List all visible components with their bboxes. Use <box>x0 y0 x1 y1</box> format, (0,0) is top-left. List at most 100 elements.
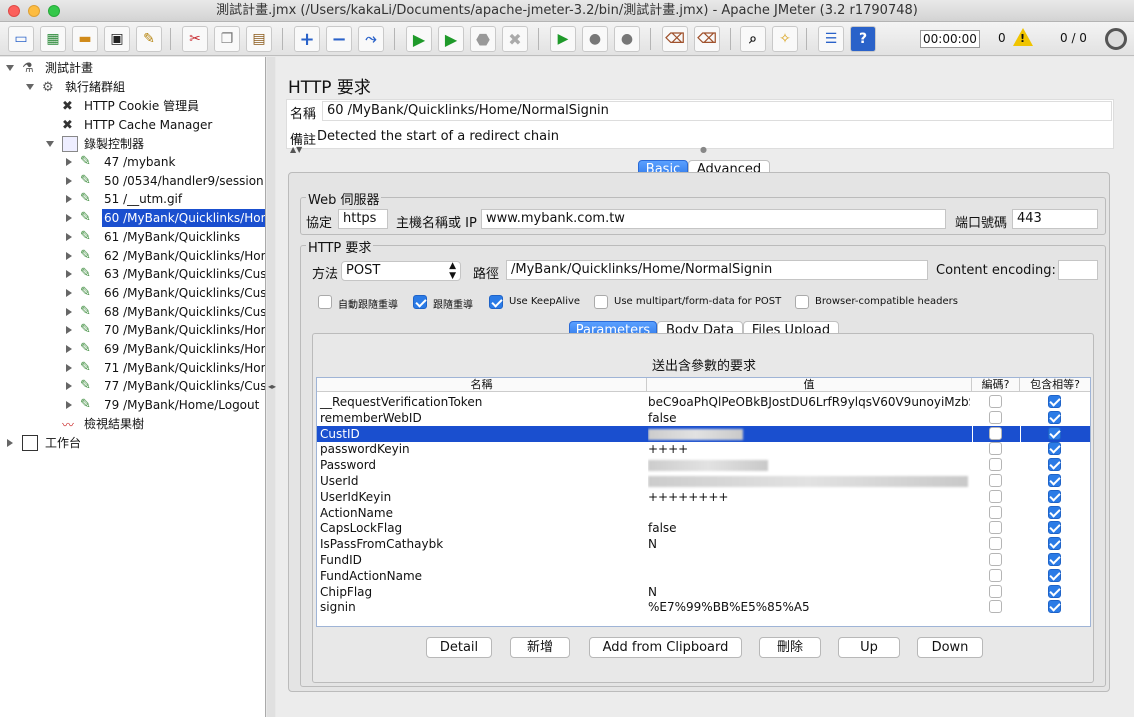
clear-icon[interactable]: ⌫ <box>662 26 688 52</box>
param-name[interactable]: Password <box>320 457 376 473</box>
include-equals-checkbox[interactable] <box>1048 426 1061 440</box>
delete-button[interactable]: 刪除 <box>759 637 821 658</box>
tree-node-recording-controller[interactable]: 錄製控制器 <box>0 135 265 153</box>
encode-checkbox[interactable] <box>989 553 1002 566</box>
expand-arrow-icon[interactable] <box>66 270 72 279</box>
resize-arrows-icon[interactable]: ▲▼ <box>290 145 302 154</box>
tree-node-sampler[interactable]: 71 /MyBank/Quicklinks/Hom <box>102 359 265 377</box>
expand-arrow-icon[interactable] <box>66 158 72 166</box>
table-row[interactable]: CapsLockFlag false <box>317 520 1090 536</box>
up-button[interactable]: Up <box>838 637 900 658</box>
copy-icon[interactable]: ❐ <box>214 26 240 52</box>
column-header-value[interactable]: 值 <box>647 378 972 392</box>
remote-shutdown-icon[interactable]: ● <box>614 26 640 52</box>
tree-node-sampler[interactable]: 47 /mybank <box>102 153 265 171</box>
tree-node-sampler[interactable]: 62 /MyBank/Quicklinks/Hom <box>102 247 265 265</box>
expand-arrow-icon[interactable] <box>66 288 72 297</box>
host-field[interactable]: www.mybank.com.tw <box>481 209 946 229</box>
expand-arrow-icon[interactable] <box>66 345 72 353</box>
tree-node-test-plan[interactable]: ⚗ 測試計畫 <box>0 59 265 77</box>
detail-button[interactable]: Detail <box>426 637 492 658</box>
save-as-icon[interactable]: ✎ <box>136 26 162 52</box>
param-name[interactable]: UserId <box>320 473 359 489</box>
tree-node-sampler[interactable]: 51 /__utm.gif <box>102 190 265 208</box>
encode-checkbox[interactable] <box>989 537 1002 551</box>
table-row[interactable]: FundActionName <box>317 568 1090 584</box>
tree-node-thread-group[interactable]: ⚙ 執行緒群組 <box>0 78 265 96</box>
paste-icon[interactable]: ▤ <box>246 26 272 52</box>
collapse-arrow-icon[interactable] <box>46 141 54 147</box>
encode-checkbox[interactable] <box>989 568 1002 582</box>
expand-arrow-icon[interactable] <box>66 307 72 316</box>
param-value[interactable]: beC9oaPhQlPeOBkBJostDU6LrfR9ylqsV60V9uno… <box>648 394 970 410</box>
comment-field[interactable]: Detected the start of a redirect chain <box>317 129 559 144</box>
include-equals-checkbox[interactable] <box>1048 553 1061 566</box>
param-name[interactable]: __RequestVerificationToken <box>320 394 482 410</box>
expand-arrow-icon[interactable] <box>66 401 72 410</box>
param-name[interactable]: FundID <box>320 552 362 568</box>
tree-node-sampler[interactable]: 66 /MyBank/Quicklinks/Cust <box>102 284 265 302</box>
param-value[interactable]: N <box>648 536 970 552</box>
name-field[interactable]: 60 /MyBank/Quicklinks/Home/NormalSignin <box>322 101 1112 121</box>
save-icon[interactable]: ▣ <box>104 26 130 52</box>
zoom-window-button[interactable] <box>48 5 60 17</box>
table-row[interactable]: UserIdKeyin ++++++++ <box>317 489 1090 505</box>
tree-node-sampler[interactable]: 79 /MyBank/Home/Logout <box>102 396 265 414</box>
collapse-arrow-icon[interactable] <box>26 84 34 90</box>
expand-arrow-icon[interactable] <box>66 214 72 223</box>
include-equals-checkbox[interactable] <box>1048 568 1061 582</box>
encode-checkbox[interactable] <box>989 584 1002 598</box>
expand-all-icon[interactable]: + <box>294 26 320 52</box>
search-binoculars-icon[interactable]: ⌕ <box>740 26 766 52</box>
table-row[interactable]: UserId <box>317 473 1090 489</box>
expand-arrow-icon[interactable] <box>66 232 72 241</box>
reset-search-broom-icon[interactable]: ✧ <box>772 26 798 52</box>
param-value[interactable]: false <box>648 520 970 536</box>
follow-redirect-checkbox[interactable] <box>413 295 427 309</box>
table-row[interactable]: CustID <box>317 425 1090 442</box>
expand-arrow-icon[interactable] <box>66 363 72 372</box>
protocol-field[interactable]: https <box>338 209 388 229</box>
tree-node-sampler[interactable]: 50 /0534/handler9/session <box>102 172 265 190</box>
expand-arrow-icon[interactable] <box>66 382 72 391</box>
encode-checkbox[interactable] <box>989 505 1002 519</box>
tree-node-sampler[interactable]: 70 /MyBank/Quicklinks/Hom <box>102 321 265 339</box>
browser-headers-checkbox[interactable] <box>795 295 809 309</box>
include-equals-checkbox[interactable] <box>1048 505 1061 519</box>
include-equals-checkbox[interactable] <box>1048 600 1061 614</box>
include-equals-checkbox[interactable] <box>1048 442 1061 456</box>
param-name[interactable]: rememberWebID <box>320 410 422 426</box>
param-name[interactable]: passwordKeyin <box>320 441 410 457</box>
table-row[interactable]: IsPassFromCathaybk N <box>317 536 1090 552</box>
open-folder-icon[interactable]: ▬ <box>72 26 98 52</box>
down-button[interactable]: Down <box>917 637 983 658</box>
column-header-name[interactable]: 名稱 <box>317 378 647 392</box>
encode-checkbox[interactable] <box>989 474 1002 487</box>
close-window-button[interactable] <box>8 5 20 17</box>
expand-arrow-icon[interactable] <box>66 326 72 335</box>
expand-arrow-icon[interactable] <box>66 251 72 260</box>
tree-node-results-tree[interactable]: 〰 檢視結果樹 <box>0 415 265 433</box>
encode-checkbox[interactable] <box>989 521 1002 535</box>
include-equals-checkbox[interactable] <box>1048 458 1061 472</box>
table-row[interactable]: Password <box>317 457 1090 473</box>
param-value[interactable]: ++++++++ <box>648 489 970 505</box>
collapse-all-icon[interactable]: − <box>326 26 352 52</box>
collapse-arrow-icon[interactable] <box>6 65 14 71</box>
encode-checkbox[interactable] <box>989 395 1002 408</box>
encode-checkbox[interactable] <box>989 410 1002 424</box>
tree-node-sampler[interactable]: 68 /MyBank/Quicklinks/Cust <box>102 303 265 321</box>
toggle-icon[interactable]: ⤳ <box>358 26 384 52</box>
method-select[interactable]: POST ▲ ▼ <box>341 261 461 281</box>
param-name[interactable]: signin <box>320 599 356 615</box>
param-name[interactable]: UserIdKeyin <box>320 489 391 505</box>
include-equals-checkbox[interactable] <box>1048 521 1061 535</box>
encode-checkbox[interactable] <box>989 442 1002 456</box>
tree-node-workbench[interactable]: 工作台 <box>0 434 265 452</box>
include-equals-checkbox[interactable] <box>1048 410 1061 424</box>
include-equals-checkbox[interactable] <box>1048 537 1061 551</box>
tree-node-cookie-manager[interactable]: ✖ HTTP Cookie 管理員 <box>0 97 265 115</box>
multipart-checkbox[interactable] <box>594 295 608 309</box>
help-icon[interactable]: ? <box>850 26 876 52</box>
cut-icon[interactable]: ✂ <box>182 26 208 52</box>
